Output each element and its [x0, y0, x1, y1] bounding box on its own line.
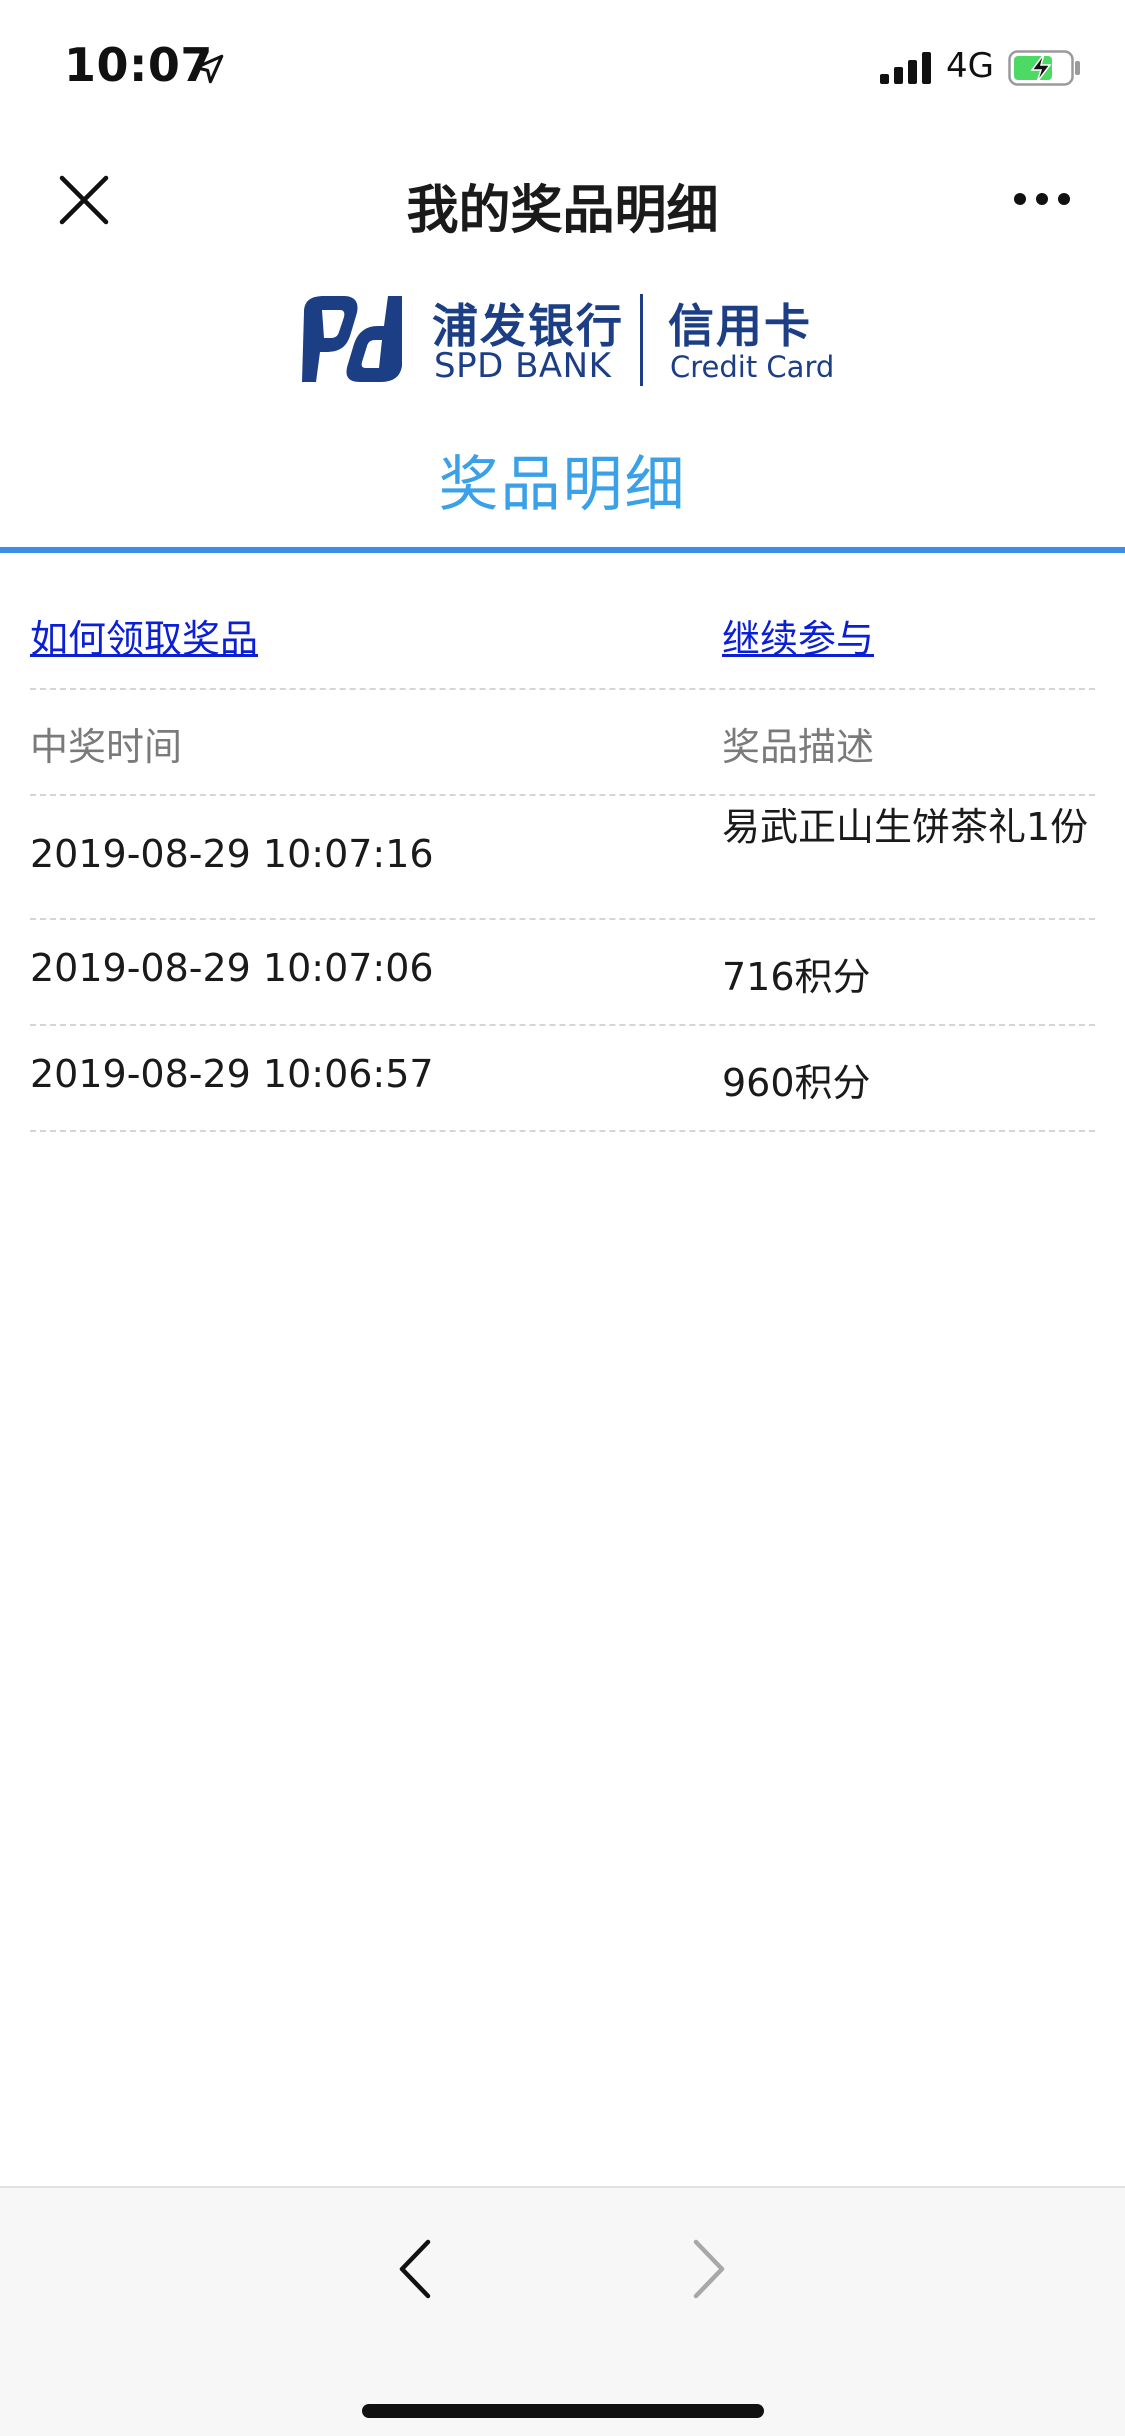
- section-title: 奖品明细: [438, 450, 687, 520]
- how-to-claim-link[interactable]: 如何领取奖品: [30, 608, 258, 663]
- row-win-time: 2019-08-29 10:07:06: [30, 946, 434, 990]
- row-win-time: 2019-08-29 10:07:16: [30, 832, 434, 876]
- browser-bottom-bar: [0, 2186, 1125, 2436]
- logo-card-name-en: Credit Card: [670, 350, 835, 384]
- logo-bank-name-en: SPD BANK: [434, 346, 612, 386]
- nav-bar: 我的奖品明细: [0, 132, 1125, 262]
- table-row: 2019-08-29 10:07:16 易武正山生饼茶礼1份: [30, 796, 1095, 920]
- continue-link[interactable]: 继续参与: [722, 608, 1095, 663]
- chevron-right-icon[interactable]: [690, 2238, 730, 2300]
- location-arrow-icon: [194, 54, 224, 84]
- more-dots-icon[interactable]: [1012, 184, 1072, 214]
- status-bar: 10:07 4G: [0, 0, 1125, 132]
- logo-divider: [640, 294, 643, 386]
- row-prize-desc: 960积分: [722, 1061, 871, 1105]
- network-label: 4G: [946, 46, 994, 86]
- table-header-row: 中奖时间 奖品描述: [30, 690, 1095, 796]
- signal-bars-icon: [880, 52, 931, 84]
- battery-charging-icon: [1008, 50, 1080, 86]
- home-indicator: [362, 2404, 764, 2418]
- table-row: 2019-08-29 10:06:57 960积分: [30, 1026, 1095, 1132]
- row-win-time: 2019-08-29 10:06:57: [30, 1052, 434, 1096]
- spd-logo-icon: [302, 296, 402, 382]
- table-row: 2019-08-29 10:07:06 716积分: [30, 920, 1095, 1026]
- header-win-time: 中奖时间: [30, 725, 183, 769]
- row-prize-desc: 716积分: [722, 955, 871, 999]
- page-title: 我的奖品明细: [406, 181, 719, 241]
- chevron-left-icon[interactable]: [394, 2238, 434, 2300]
- header-prize-desc: 奖品描述: [722, 725, 875, 769]
- links-row: 如何领取奖品 继续参与: [30, 584, 1095, 690]
- prize-list: 如何领取奖品 继续参与 中奖时间 奖品描述 2019-08-29 10:07:1…: [30, 584, 1095, 1132]
- spd-bank-logo: 浦发银行 SPD BANK 信用卡 Credit Card: [0, 290, 1125, 400]
- page: 10:07 4G 我的奖品明细 浦发银行 SPD BANK 信用卡 Credit…: [0, 0, 1125, 2436]
- logo-card-name-cn: 信用卡: [668, 299, 812, 353]
- section-divider: [0, 547, 1125, 553]
- row-prize-desc: 易武正山生饼茶礼1份: [722, 805, 1089, 849]
- status-time: 10:07: [64, 38, 213, 92]
